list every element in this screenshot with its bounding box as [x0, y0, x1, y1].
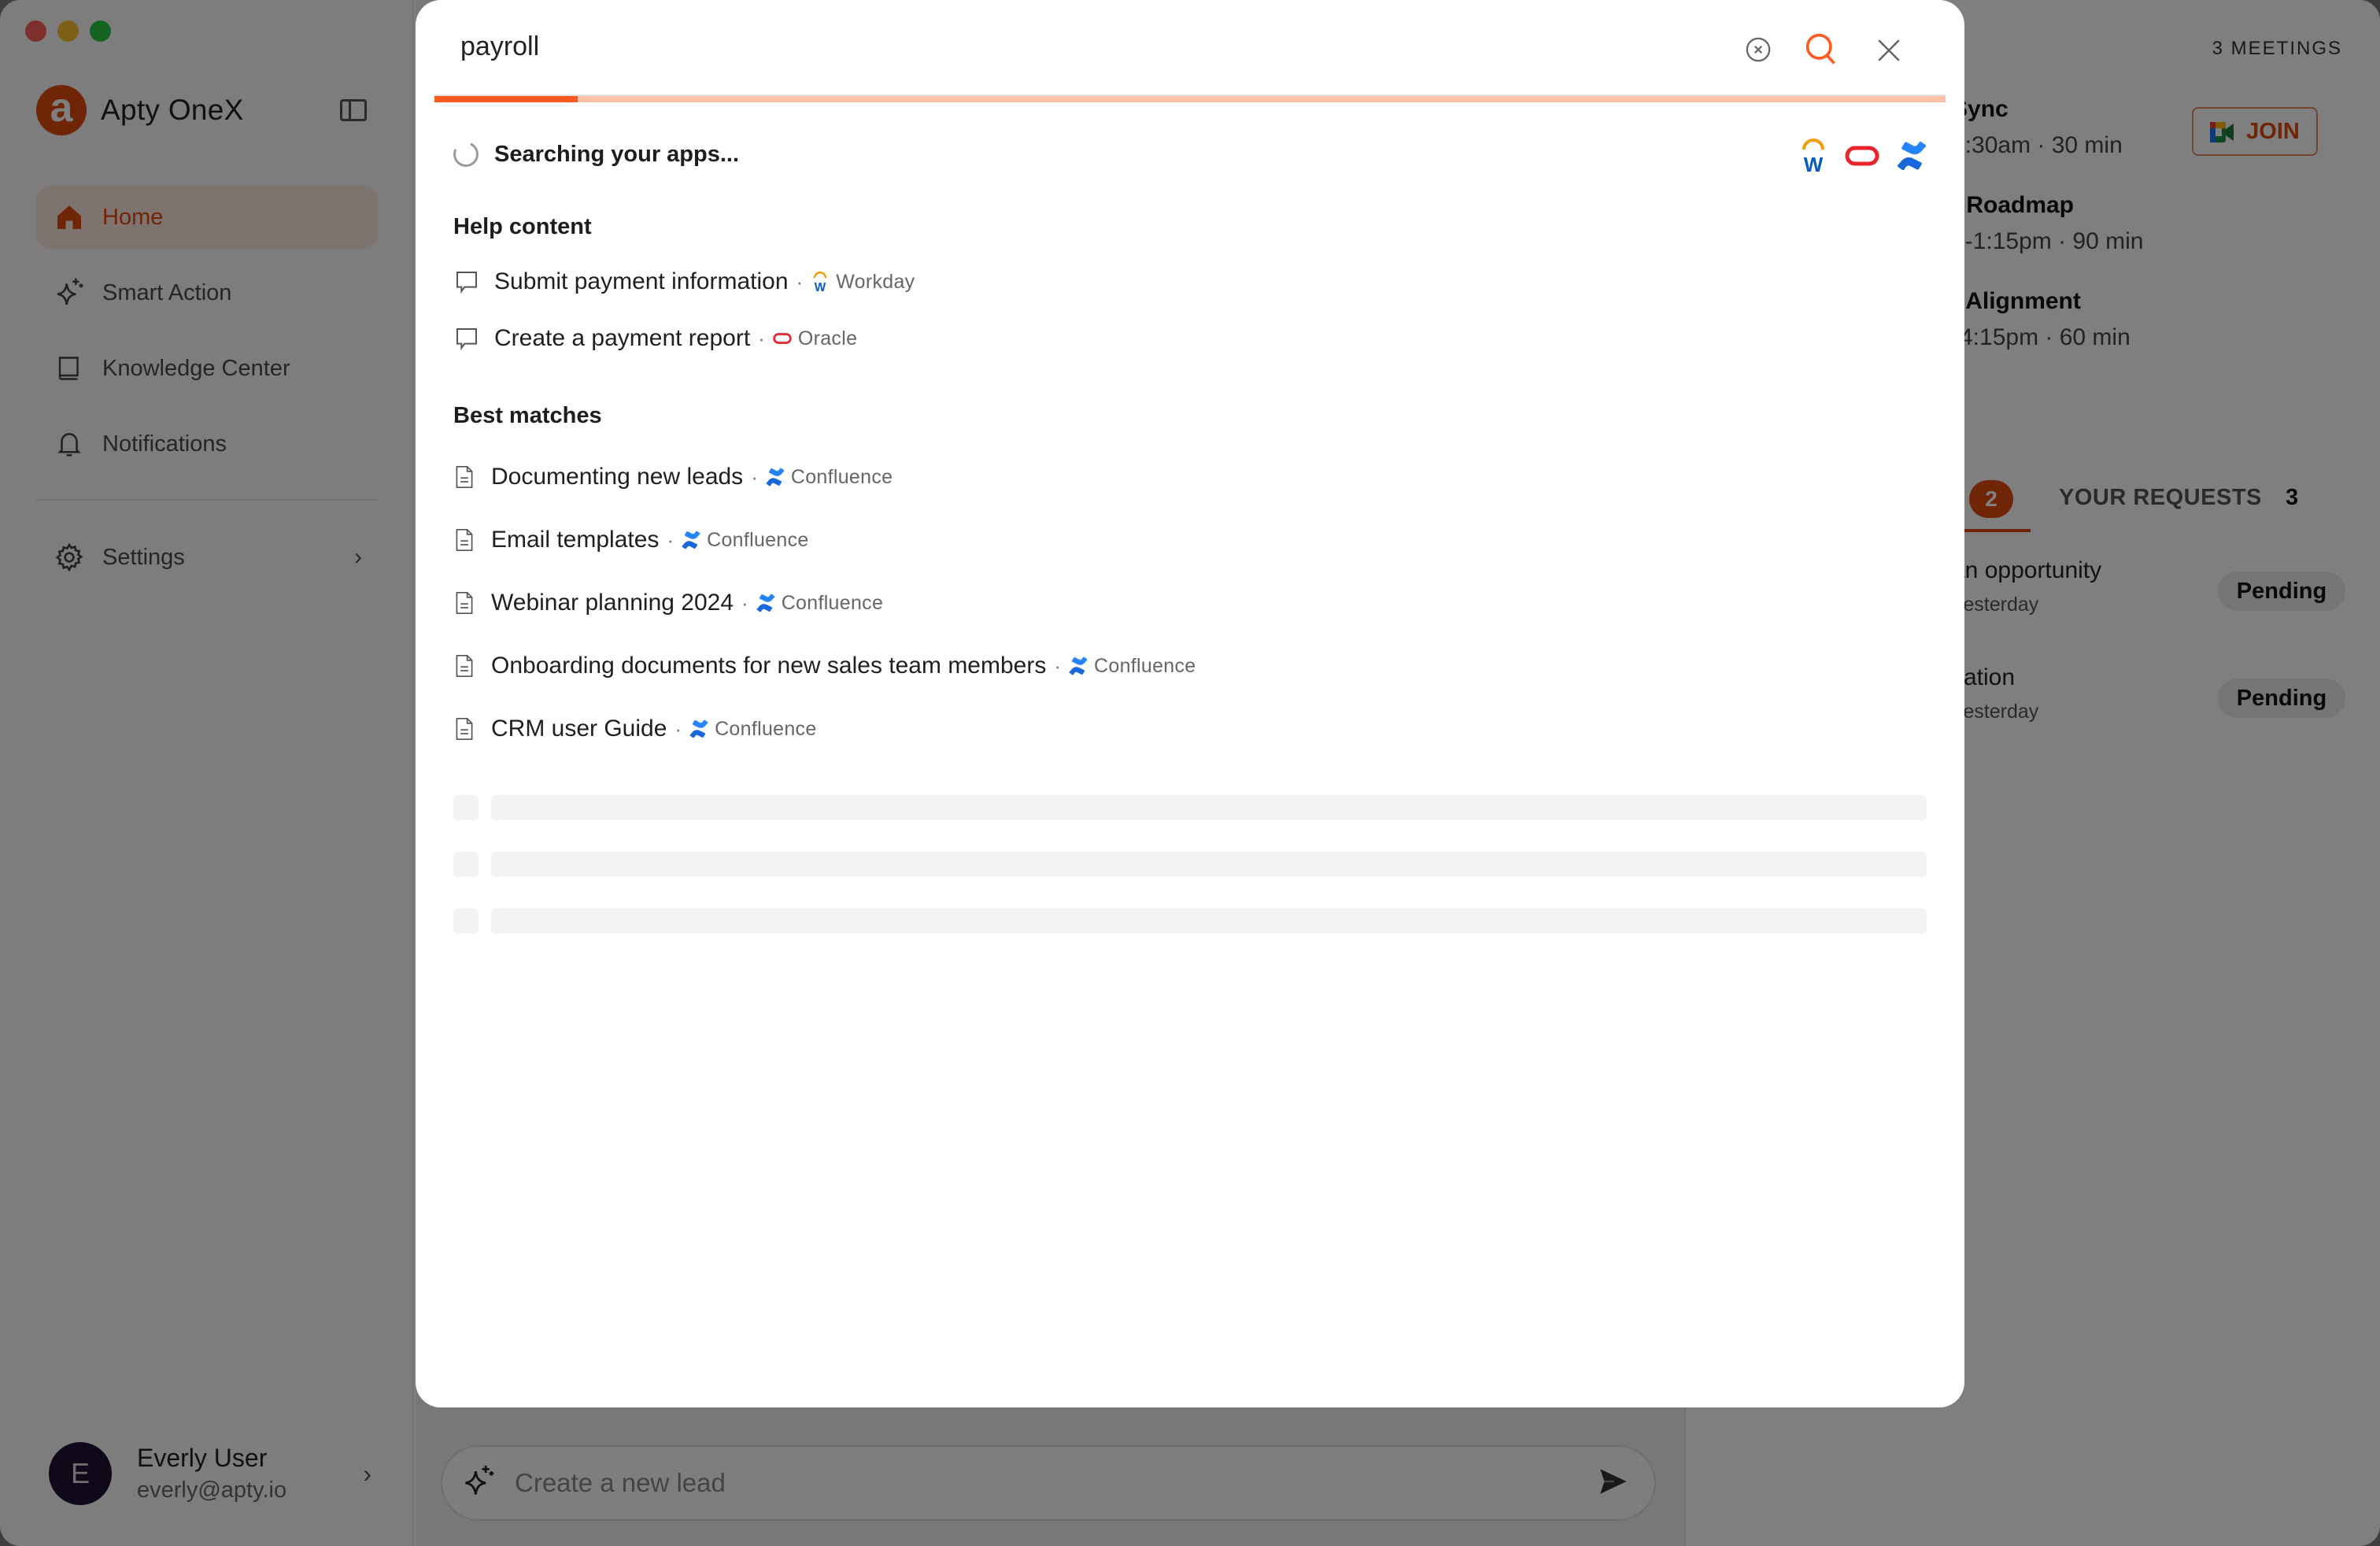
separator: ·: [741, 590, 748, 615]
result-title: Webinar planning 2024: [491, 590, 734, 616]
skeleton-loader-row: [453, 795, 1927, 820]
close-modal-button[interactable]: [1872, 33, 1906, 68]
confluence-icon: [756, 594, 775, 612]
help-result-item[interactable]: Submit payment information · W Workday: [453, 266, 915, 298]
result-source: Confluence: [1094, 654, 1196, 677]
workday-icon: W: [811, 272, 830, 292]
best-match-item[interactable]: CRM user Guide · Confluence: [453, 713, 817, 745]
skeleton-text-placeholder: [491, 852, 1927, 877]
separator: ·: [1054, 653, 1062, 678]
best-match-item[interactable]: Documenting new leads · Confluence: [453, 461, 893, 493]
skeleton-icon-placeholder: [453, 908, 479, 934]
skeleton-icon-placeholder: [453, 852, 479, 877]
chat-bubble-icon: [453, 325, 480, 352]
separator: ·: [674, 716, 682, 741]
document-icon: [453, 590, 475, 616]
search-button[interactable]: [1802, 30, 1840, 69]
result-title: Email templates: [491, 527, 660, 553]
skeleton-text-placeholder: [491, 795, 1927, 820]
help-content-heading: Help content: [453, 214, 592, 239]
skeleton-loader-row: [453, 908, 1927, 934]
oracle-icon: [1845, 145, 1879, 171]
oracle-icon: [773, 329, 792, 348]
confluence-icon: [689, 719, 708, 738]
help-result-item[interactable]: Create a payment report · Oracle: [453, 323, 857, 354]
result-title: CRM user Guide: [491, 716, 667, 742]
separator: ·: [667, 527, 674, 552]
result-title: Submit payment information: [494, 268, 789, 294]
confluence-icon: [766, 468, 785, 486]
search-icon: [1805, 33, 1835, 65]
close-icon: [1878, 39, 1900, 61]
document-icon: [453, 464, 475, 490]
svg-text:W: W: [1804, 153, 1824, 173]
chat-bubble-icon: [453, 268, 480, 295]
loading-spinner-icon: [449, 138, 482, 171]
confluence-icon: [1069, 656, 1088, 675]
result-source: Confluence: [781, 591, 884, 614]
search-status: Searching your apps... W: [449, 138, 1927, 176]
separator: ·: [751, 464, 758, 489]
clear-circle-icon: [1746, 37, 1771, 62]
result-source: Confluence: [790, 465, 893, 488]
search-input[interactable]: [460, 31, 1641, 62]
search-modal: Searching your apps... W Help content Su…: [416, 0, 1964, 1407]
search-progress-bar: [434, 94, 1946, 102]
svg-text:W: W: [815, 281, 826, 292]
result-title: Create a payment report: [494, 325, 751, 351]
result-source: Oracle: [797, 327, 858, 350]
document-icon: [453, 653, 475, 679]
separator: ·: [758, 326, 765, 350]
search-status-text: Searching your apps...: [494, 141, 740, 167]
result-source: Workday: [836, 270, 915, 293]
result-source: Confluence: [715, 717, 817, 740]
separator: ·: [796, 269, 804, 294]
searching-app-icons: W: [1799, 139, 1927, 177]
skeleton-loader-row: [453, 852, 1927, 877]
best-matches-heading: Best matches: [453, 403, 602, 428]
search-progress-fill: [434, 96, 578, 102]
confluence-icon: [1897, 141, 1927, 175]
result-source: Confluence: [707, 528, 809, 551]
best-match-item[interactable]: Email templates · Confluence: [453, 524, 809, 556]
document-icon: [453, 527, 475, 553]
best-match-item[interactable]: Webinar planning 2024 · Confluence: [453, 587, 883, 619]
best-match-item[interactable]: Onboarding documents for new sales team …: [453, 650, 1196, 682]
workday-icon: W: [1799, 139, 1828, 177]
skeleton-text-placeholder: [491, 908, 1927, 934]
clear-search-button[interactable]: [1744, 35, 1772, 64]
result-title: Documenting new leads: [491, 464, 744, 490]
document-icon: [453, 716, 475, 742]
skeleton-icon-placeholder: [453, 795, 479, 820]
result-title: Onboarding documents for new sales team …: [491, 653, 1047, 679]
confluence-icon: [682, 531, 700, 549]
